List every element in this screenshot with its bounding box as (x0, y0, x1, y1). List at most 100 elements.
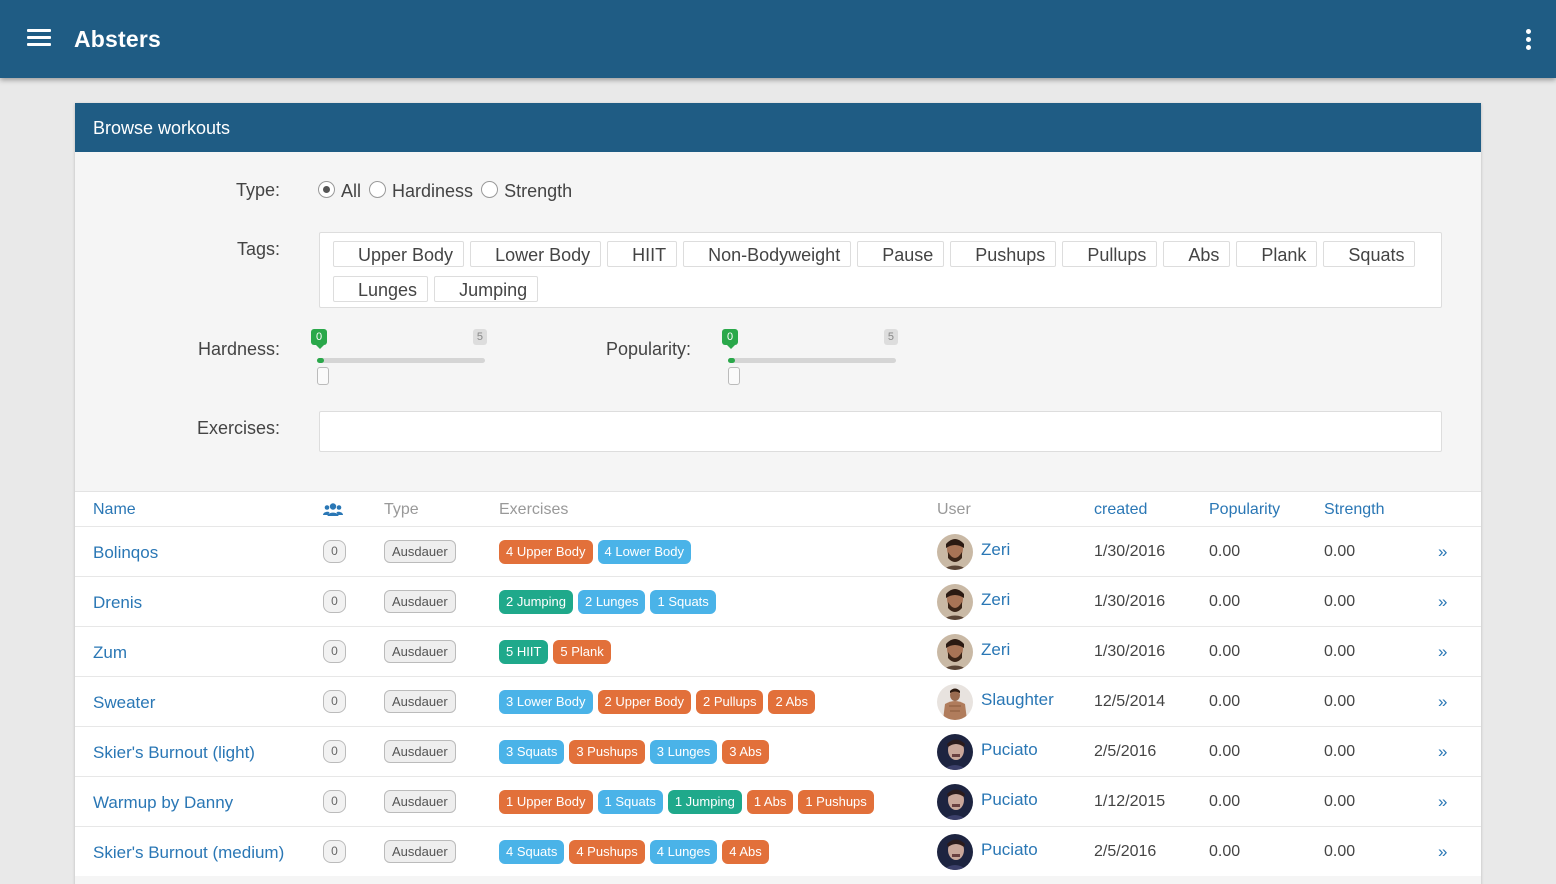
created-date: 1/30/2016 (1094, 543, 1166, 560)
popularity-label: Popularity: (605, 339, 691, 359)
bottom-edge (0, 880, 1556, 884)
user-link[interactable]: Zeri (981, 640, 1010, 660)
radio-all-control[interactable] (318, 181, 335, 198)
tag-chip[interactable]: Pause (857, 241, 945, 267)
exercises-label: Exercises: (196, 418, 280, 438)
radio-hardiness-control[interactable] (369, 181, 387, 198)
user-link[interactable]: Puciato (981, 740, 1038, 760)
user-link[interactable]: Slaughter (981, 690, 1054, 710)
participants-count-badge: 0 (323, 690, 346, 713)
hamburger-menu-icon[interactable] (27, 29, 51, 49)
workout-name-link[interactable]: Zum (93, 643, 127, 663)
exercise-badge: 1 Upper Body (499, 790, 593, 814)
hardness-track[interactable] (317, 358, 485, 363)
user-avatar[interactable] (937, 684, 973, 720)
user-link[interactable]: Zeri (981, 540, 1010, 560)
user-avatar[interactable] (937, 634, 973, 670)
exercise-badge: 1 Pushups (798, 790, 874, 814)
strength-value: 0.00 (1324, 643, 1356, 660)
details-link[interactable]: » (1438, 642, 1447, 662)
radio-all-label: All (341, 181, 362, 201)
exercise-badge: 3 Lower Body (499, 690, 593, 714)
popularity-value: 0.00 (1209, 593, 1241, 610)
hardness-min-bubble: 0 (311, 329, 328, 349)
tag-chip[interactable]: Pushups (950, 241, 1057, 267)
workout-name-link[interactable]: Drenis (93, 593, 142, 613)
col-type: Type (384, 501, 419, 518)
user-avatar[interactable] (937, 834, 973, 870)
popularity-value: 0.00 (1209, 543, 1241, 560)
popularity-handle[interactable] (728, 367, 740, 385)
exercise-badge: 4 Lunges (649, 840, 718, 864)
exercises-input[interactable] (319, 411, 1442, 452)
exercise-badge: 3 Squats (499, 740, 565, 764)
hardness-fill (317, 358, 324, 363)
table-row: Bolinqos 0 Ausdauer 4 Upper Body 4 Lower Bod… (75, 526, 1481, 576)
exercise-badge: 1 Abs (746, 790, 794, 814)
table-row: Skier's Burnout (medium) 0 Ausdauer 4 Squat… (75, 826, 1481, 876)
exercise-list: 3 Lower Body 2 Upper Body 2 Pullups 2 Abs (499, 690, 820, 714)
tag-chip[interactable]: Abs (1163, 241, 1231, 267)
popularity-value: 0.00 (1209, 693, 1241, 710)
details-link[interactable]: » (1438, 842, 1447, 862)
more-vert-icon[interactable] (1524, 29, 1532, 51)
col-created[interactable]: created (1094, 501, 1147, 519)
user-avatar[interactable] (937, 784, 973, 820)
details-link[interactable]: » (1438, 792, 1447, 812)
details-link[interactable]: » (1438, 692, 1447, 712)
radio-strength[interactable]: Strength (481, 181, 572, 202)
participants-count-badge: 0 (323, 840, 346, 863)
hardness-handle[interactable] (317, 367, 329, 385)
tag-chip[interactable]: Squats (1323, 241, 1416, 267)
exercise-badge: 3 Abs (722, 740, 769, 764)
radio-all[interactable]: All (318, 181, 361, 202)
exercise-list: 1 Upper Body 1 Squats 1 Jumping 1 Abs 1 Push… (499, 790, 879, 814)
workout-name-link[interactable]: Sweater (93, 693, 155, 713)
workout-name-link[interactable]: Bolinqos (93, 543, 158, 563)
user-avatar[interactable] (937, 734, 973, 770)
tag-chip[interactable]: HIIT (607, 241, 678, 267)
col-name[interactable]: Name (93, 501, 136, 519)
exercise-badge: 5 HIIT (499, 640, 549, 664)
tag-chip[interactable]: Upper Body (333, 241, 465, 267)
popularity-min-bubble: 0 (722, 329, 739, 349)
radio-hardiness[interactable]: Hardiness (369, 181, 473, 202)
tag-chip[interactable]: Jumping (434, 276, 539, 302)
user-avatar[interactable] (937, 534, 973, 570)
tag-chip[interactable]: Lower Body (470, 241, 602, 267)
tags-selector: Upper Body Lower Body HIIT Non-Bodyweight Pa… (319, 232, 1442, 308)
tag-chip[interactable]: Plank (1236, 241, 1318, 267)
exercise-badge: 5 Plank (553, 640, 611, 664)
popularity-track[interactable] (728, 358, 896, 363)
exercise-badge: 4 Abs (722, 840, 769, 864)
workout-name-link[interactable]: Warmup by Danny (93, 793, 233, 813)
tag-chip[interactable]: Non-Bodyweight (683, 241, 852, 267)
strength-value: 0.00 (1324, 843, 1356, 860)
exercise-list: 5 HIIT 5 Plank (499, 640, 616, 664)
user-link[interactable]: Zeri (981, 590, 1010, 610)
table-row: Sweater 0 Ausdauer 3 Lower Body 2 Upper Body… (75, 676, 1481, 726)
details-link[interactable]: » (1438, 742, 1447, 762)
tag-chip[interactable]: Pullups (1062, 241, 1158, 267)
hardness-slider[interactable]: 0 5 (311, 329, 487, 389)
popularity-value: 0.00 (1209, 643, 1241, 660)
table-body: Bolinqos 0 Ausdauer 4 Upper Body 4 Lower Bod… (75, 526, 1481, 876)
tag-chip[interactable]: Lunges (333, 276, 429, 302)
details-link[interactable]: » (1438, 592, 1447, 612)
user-link[interactable]: Puciato (981, 790, 1038, 810)
popularity-fill (728, 358, 735, 363)
details-link[interactable]: » (1438, 542, 1447, 562)
user-avatar[interactable] (937, 584, 973, 620)
workout-name-link[interactable]: Skier's Burnout (medium) (93, 843, 284, 863)
popularity-slider[interactable]: 0 5 (722, 329, 898, 389)
exercise-list: 4 Upper Body 4 Lower Body (499, 540, 696, 564)
users-group-icon[interactable] (323, 502, 343, 518)
workout-name-link[interactable]: Skier's Burnout (light) (93, 743, 255, 763)
radio-strength-control[interactable] (481, 181, 499, 198)
app-title: Absters (74, 26, 162, 52)
col-popularity[interactable]: Popularity (1209, 501, 1280, 519)
exercise-badge: 2 Lunges (577, 590, 646, 614)
type-badge: Ausdauer (384, 740, 456, 763)
col-strength[interactable]: Strength (1324, 501, 1384, 519)
user-link[interactable]: Puciato (981, 840, 1038, 860)
